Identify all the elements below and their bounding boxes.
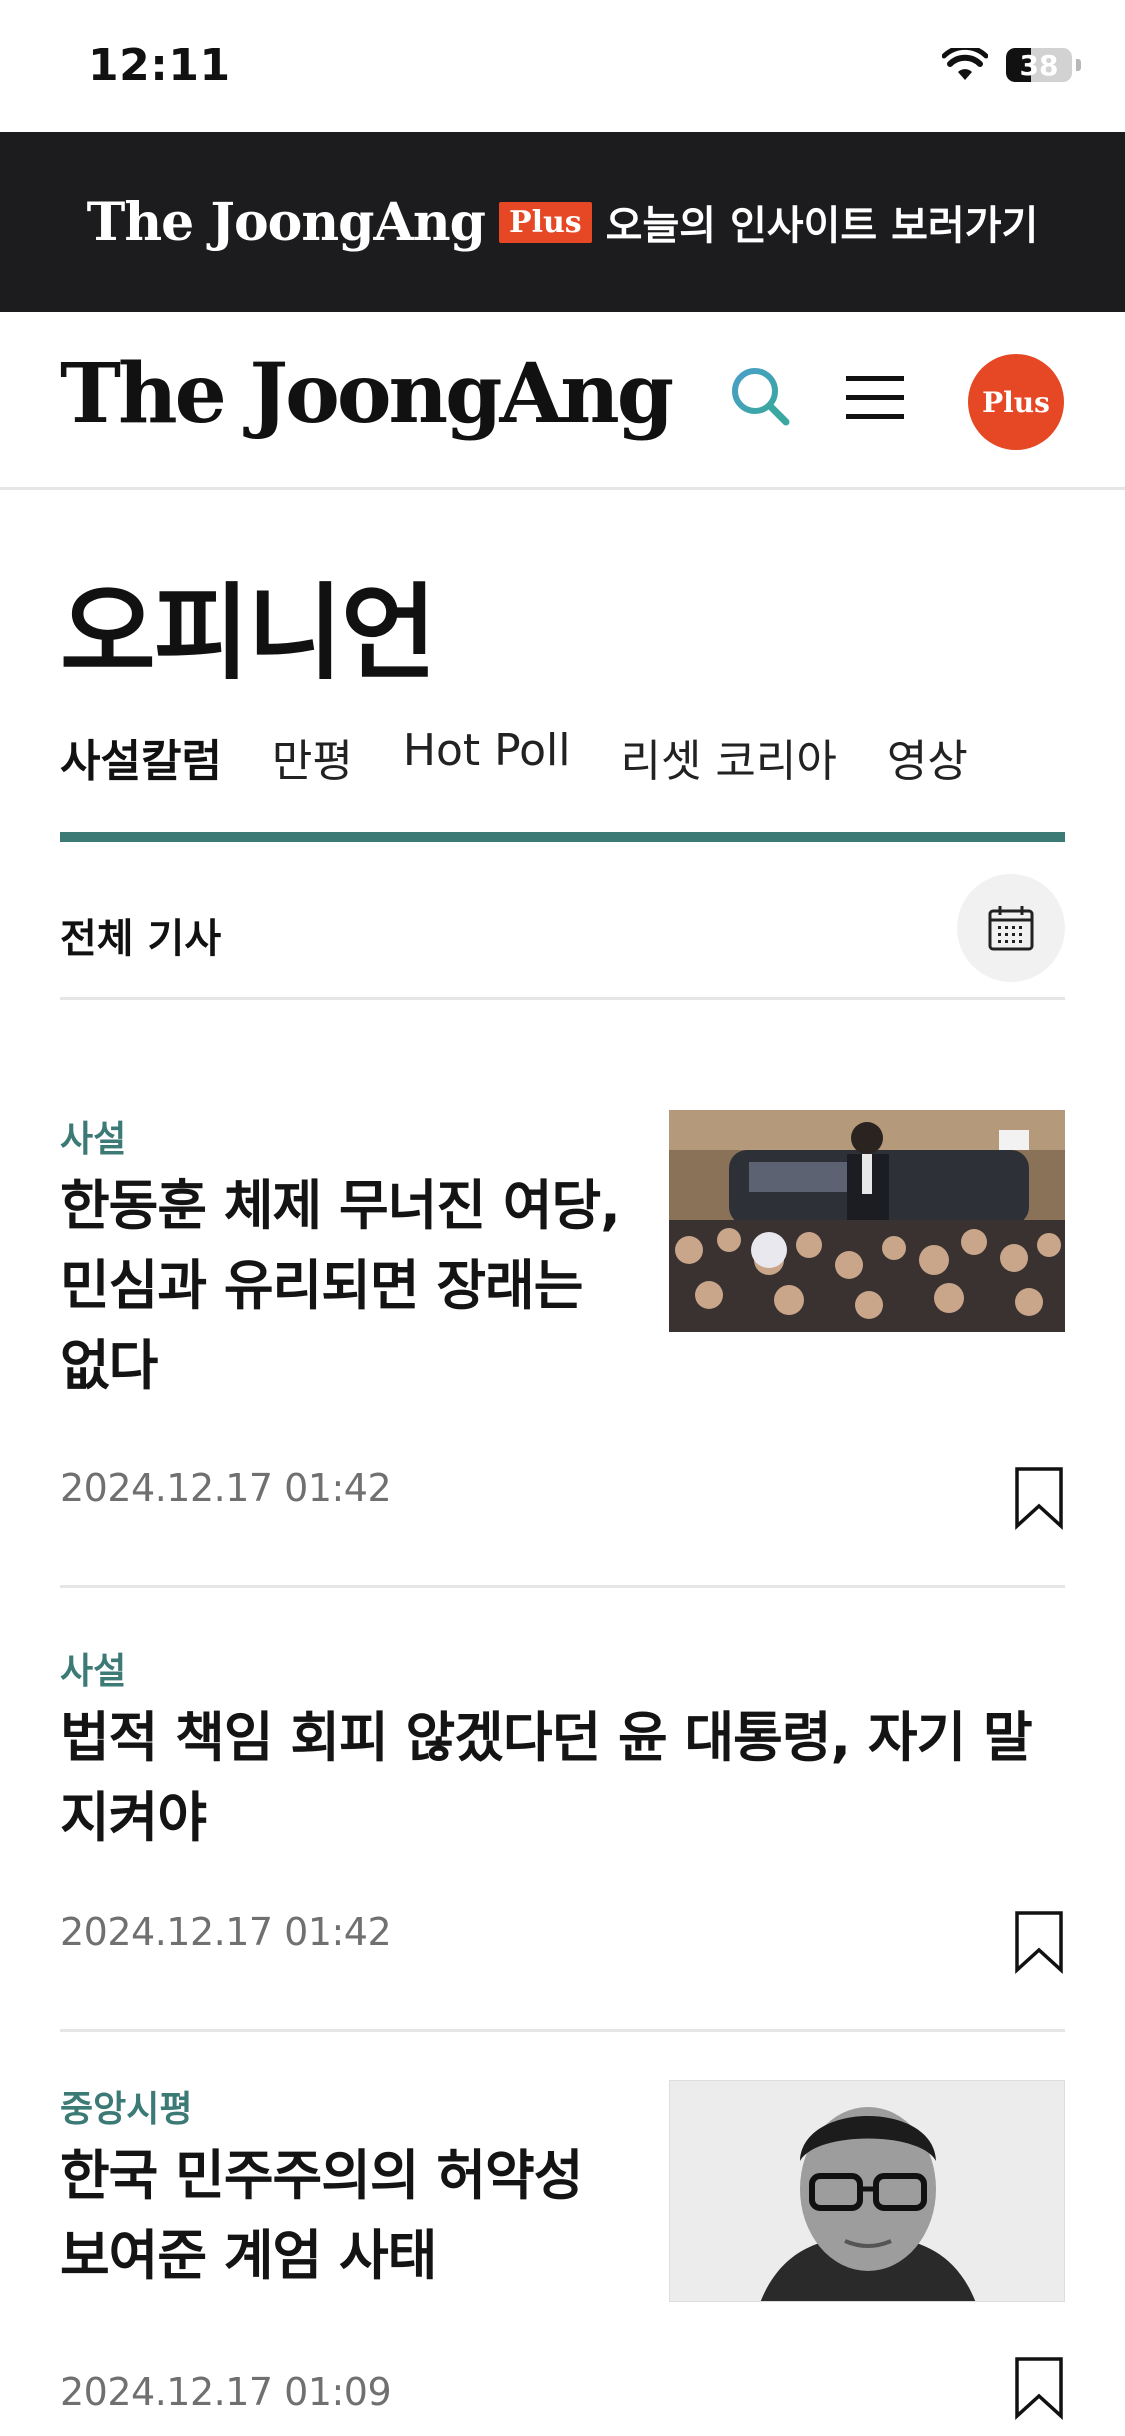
columnist-portrait xyxy=(670,2081,1064,2301)
crowd-photo xyxy=(669,1110,1065,1332)
article-title[interactable]: 법적 책임 회피 않겠다던 윤 대통령, 자기 말 지켜야 xyxy=(60,1698,1065,1858)
menu-button[interactable] xyxy=(842,370,908,426)
article-category[interactable]: 사설 xyxy=(60,1642,1065,1694)
tab-reset-korea[interactable]: 리셋 코리아 xyxy=(620,725,836,789)
bookmark-button[interactable] xyxy=(1013,1910,1065,1974)
article-category[interactable]: 중앙시평 xyxy=(60,2080,640,2132)
article-title[interactable]: 한동훈 체제 무너진 여당, 민심과 유리되면 장래는 없다 xyxy=(60,1166,640,1406)
search-button[interactable] xyxy=(726,362,796,432)
article-date: 2024.12.17 01:09 xyxy=(60,2370,392,2414)
article-title[interactable]: 한국 민주주의의 허약성 보여준 계엄 사태 xyxy=(60,2136,640,2296)
bookmark-icon xyxy=(1015,2357,1063,2420)
article-date: 2024.12.17 01:42 xyxy=(60,1466,392,1510)
article-thumbnail[interactable] xyxy=(669,2080,1065,2302)
article-thumbnail[interactable] xyxy=(669,1110,1065,1332)
article-item[interactable]: 중앙시평 한국 민주주의의 허약성 보여준 계엄 사태 2024.12.17 0… xyxy=(60,2080,1065,2436)
article-date: 2024.12.17 01:42 xyxy=(60,1910,392,1954)
battery-nub xyxy=(1076,59,1081,71)
tab-video[interactable]: 영상 xyxy=(887,725,968,789)
battery-icon: 38 xyxy=(1006,48,1072,82)
promo-text: 오늘의 인사이트 보러가기 xyxy=(605,203,1039,249)
status-bar: 12:11 38 xyxy=(0,0,1125,132)
page-title: 오피니언 xyxy=(60,572,437,694)
bookmark-button[interactable] xyxy=(1013,1466,1065,1530)
hamburger-icon xyxy=(846,376,904,419)
bookmark-icon xyxy=(1015,1911,1063,1974)
section-label: 전체 기사 xyxy=(60,916,222,962)
promo-plus-badge: Plus xyxy=(499,201,592,243)
tab-underline xyxy=(60,832,1065,842)
article-category[interactable]: 사설 xyxy=(60,1110,640,1162)
bookmark-button[interactable] xyxy=(1013,2356,1065,2420)
tab-editorial-column[interactable]: 사설칼럼 xyxy=(60,725,222,789)
site-logo[interactable]: The JoongAng xyxy=(60,346,674,442)
battery-level: 38 xyxy=(1019,48,1059,82)
search-icon xyxy=(732,368,790,426)
article-item[interactable]: 사설 법적 책임 회피 않겠다던 윤 대통령, 자기 말 지켜야 2024.12… xyxy=(60,1642,1065,2032)
tab-cartoon[interactable]: 만평 xyxy=(272,725,353,789)
status-icons: 38 xyxy=(942,48,1081,82)
calendar-button[interactable] xyxy=(957,874,1065,982)
promo-banner[interactable]: The JoongAng Plus 오늘의 인사이트 보러가기 xyxy=(0,132,1125,312)
plus-button[interactable]: Plus xyxy=(968,354,1064,450)
calendar-icon xyxy=(988,906,1034,951)
section-header: 전체 기사 xyxy=(60,870,1065,1000)
status-time: 12:11 xyxy=(88,40,231,91)
article-item[interactable]: 사설 한동훈 체제 무너진 여당, 민심과 유리되면 장래는 없다 2024.1… xyxy=(60,1110,1065,1588)
category-tabs: 사설칼럼 만평 Hot Poll 리셋 코리아 영상 xyxy=(60,725,1018,789)
site-header: The JoongAng Plus xyxy=(0,312,1125,490)
promo-brand: The JoongAng xyxy=(86,191,486,253)
tab-hot-poll[interactable]: Hot Poll xyxy=(403,725,571,789)
wifi-icon xyxy=(942,48,988,80)
bookmark-icon xyxy=(1015,1467,1063,1530)
